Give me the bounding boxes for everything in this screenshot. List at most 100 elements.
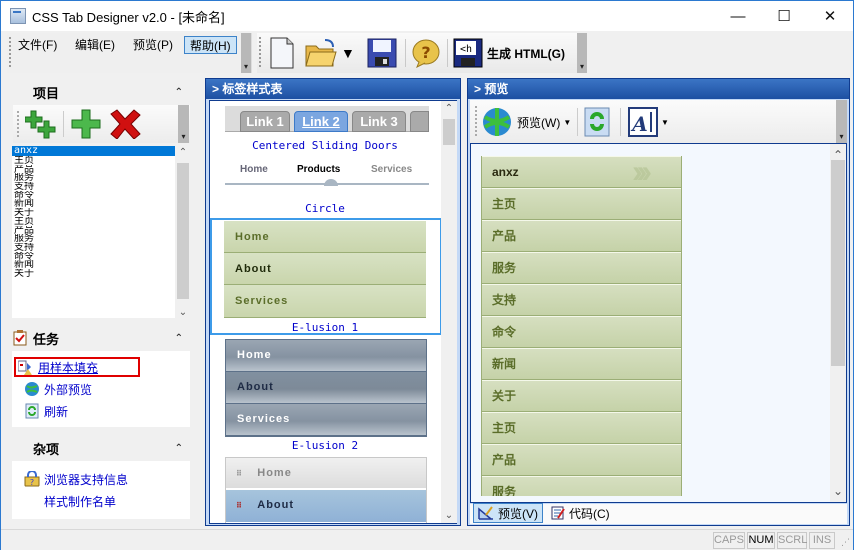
style-preview-tabs[interactable]: Link 1 Link 2 Link 3 <box>225 106 429 132</box>
list-item[interactable]: 支持 <box>12 182 175 191</box>
style-preview-elusion1[interactable]: Home About Services <box>224 221 426 319</box>
items-list-scrollbar[interactable]: ⌃ ⌄ <box>175 145 191 320</box>
circle-item: Home <box>240 164 268 175</box>
list-item[interactable]: 关于 <box>12 269 175 278</box>
refresh-link[interactable]: 刷新 <box>24 401 68 421</box>
scroll-down-icon[interactable]: ⌄ <box>175 307 191 318</box>
stylesheet-panel: > 标签样式表 Link 1 Link 2 Link 3 Centered Sl… <box>205 78 461 526</box>
list-item[interactable]: 产品 <box>12 226 175 235</box>
preview-menu-item[interactable]: 主页 <box>482 188 681 220</box>
elusion1-item: About <box>224 253 426 285</box>
new-button[interactable] <box>269 37 295 69</box>
preview-menu-item[interactable]: 服务 <box>482 476 681 496</box>
preview-menu-item[interactable]: 支持 <box>482 284 681 316</box>
preview-browser-button[interactable]: 预览(W) ▼ <box>482 107 571 137</box>
font-dropdown-icon[interactable]: ▼ <box>661 118 669 127</box>
list-item[interactable]: 支持 <box>12 243 175 252</box>
scroll-thumb[interactable] <box>443 119 455 145</box>
elusion1-item: Services <box>224 285 426 318</box>
resize-grip[interactable]: ⋰ <box>841 537 850 548</box>
external-preview-link[interactable]: 外部预览 <box>24 379 92 399</box>
list-item[interactable]: 主页 <box>12 156 175 165</box>
list-item[interactable]: 服务 <box>12 234 175 243</box>
misc-section-header[interactable]: 杂项 ⌃ <box>13 435 191 461</box>
tab-code-label: 代码(C) <box>569 506 610 521</box>
preview-menu-item[interactable]: 关于 <box>482 380 681 412</box>
glossy-item: About <box>257 499 295 511</box>
open-button[interactable] <box>305 37 337 69</box>
items-list[interactable]: anxz 主页 产品 服务 支持 命令 新闻 关于 主页 产品 服务 支持 命令… <box>12 146 175 318</box>
browser-support-link[interactable]: ? 浏览器支持信息 <box>24 469 128 489</box>
items-section-header[interactable]: 项目 ⌃ <box>13 79 191 105</box>
style-name: E-lusion 2 <box>291 439 359 452</box>
tab-preview[interactable]: 预览(V) <box>473 503 543 523</box>
globe-icon <box>25 382 39 396</box>
list-item[interactable]: 产品 <box>12 165 175 174</box>
collapse-tasks-icon[interactable]: ⌃ <box>175 333 183 344</box>
preview-toolbar-overflow[interactable]: ▾ <box>836 100 847 143</box>
close-button[interactable]: ✕ <box>807 1 853 31</box>
globe-icon <box>483 108 511 136</box>
info-lock-icon: ? <box>24 471 40 487</box>
refresh-preview-icon[interactable] <box>584 107 610 137</box>
fill-sample-icon <box>18 360 32 375</box>
tasks-section-header[interactable]: 任务 ⌃ <box>13 325 191 351</box>
scroll-thumb[interactable] <box>831 160 845 366</box>
collapse-misc-icon[interactable]: ⌃ <box>175 443 183 454</box>
preview-menu-item[interactable]: 服务 <box>482 252 681 284</box>
elusion2-item: Services <box>226 404 426 436</box>
toolbar-grip[interactable] <box>259 37 261 67</box>
stylesheet-scrollbar[interactable]: ⌃ ⌄ <box>441 101 457 523</box>
list-item[interactable]: 主页 <box>12 217 175 226</box>
ins-indicator: INS <box>809 532 835 549</box>
tab-code[interactable]: 代码(C) <box>547 503 614 523</box>
preview-menu-item[interactable]: 命令 <box>482 316 681 348</box>
add-icon[interactable] <box>71 109 101 139</box>
generate-html-button[interactable]: <h 生成 HTML(G) <box>453 37 565 69</box>
add-multiple-icon[interactable] <box>25 109 57 139</box>
list-item[interactable]: 关于 <box>12 208 175 217</box>
scroll-up-icon[interactable]: ⌃ <box>175 147 191 158</box>
scroll-down-icon[interactable]: ⌄ <box>830 484 846 498</box>
collapse-items-icon[interactable]: ⌃ <box>175 87 183 98</box>
scroll-up-icon[interactable]: ⌃ <box>441 103 457 114</box>
style-credits-link[interactable]: 样式制作名单 <box>44 491 116 511</box>
list-item[interactable]: 新闻 <box>12 260 175 269</box>
menu-grip[interactable] <box>9 37 11 67</box>
menu-preview[interactable]: 预览(P) <box>128 36 178 54</box>
style-preview-circle[interactable]: Home Products Services <box>225 159 429 186</box>
close-icon: ✕ <box>823 8 837 25</box>
list-item[interactable]: 命令 <box>12 191 175 200</box>
preview-menu-item[interactable]: 产品 <box>482 220 681 252</box>
list-item[interactable]: 服务 <box>12 173 175 182</box>
preview-menu-item[interactable]: 新闻 <box>482 348 681 380</box>
fill-with-sample-link[interactable]: 用样本填充 <box>14 357 140 377</box>
scroll-thumb[interactable] <box>177 163 189 299</box>
items-toolbar-overflow[interactable]: ▾ <box>178 105 189 143</box>
open-dropdown[interactable]: ▼ <box>341 37 355 69</box>
save-button[interactable] <box>367 37 397 69</box>
list-item[interactable]: 新闻 <box>12 199 175 208</box>
maximize-button[interactable]: ☐ <box>761 1 807 31</box>
preview-scrollbar[interactable]: ⌃ ⌄ <box>830 144 846 502</box>
list-item[interactable]: 命令 <box>12 252 175 261</box>
menu-file[interactable]: 文件(F) <box>13 36 62 54</box>
style-preview-glossy[interactable]: ⠿ Home ⠿ About <box>225 457 427 523</box>
scroll-down-icon[interactable]: ⌄ <box>441 510 457 521</box>
chevrons-decoration: ››› <box>632 156 652 189</box>
menu-help[interactable]: 帮助(H) <box>184 36 237 54</box>
style-preview-elusion2[interactable]: Home About Services <box>225 339 427 437</box>
minimize-button[interactable]: — <box>715 1 761 31</box>
font-settings-icon[interactable]: A <box>628 107 658 137</box>
delete-icon[interactable] <box>109 109 141 139</box>
toolbar-overflow-button[interactable]: ▾ <box>577 33 587 73</box>
help-button[interactable]: ? <box>411 37 441 69</box>
menu-overflow-button[interactable]: ▾ <box>241 33 251 73</box>
list-item[interactable]: anxz <box>12 146 175 156</box>
preview-menu-item[interactable]: 产品 <box>482 444 681 476</box>
generate-html-label: 生成 HTML(G) <box>487 46 565 61</box>
elusion2-item: About <box>226 372 426 404</box>
menu-edit[interactable]: 编辑(E) <box>70 36 120 54</box>
preview-menu-item[interactable]: 主页 <box>482 412 681 444</box>
stylesheet-list[interactable]: Link 1 Link 2 Link 3 Centered Sliding Do… <box>209 100 457 524</box>
